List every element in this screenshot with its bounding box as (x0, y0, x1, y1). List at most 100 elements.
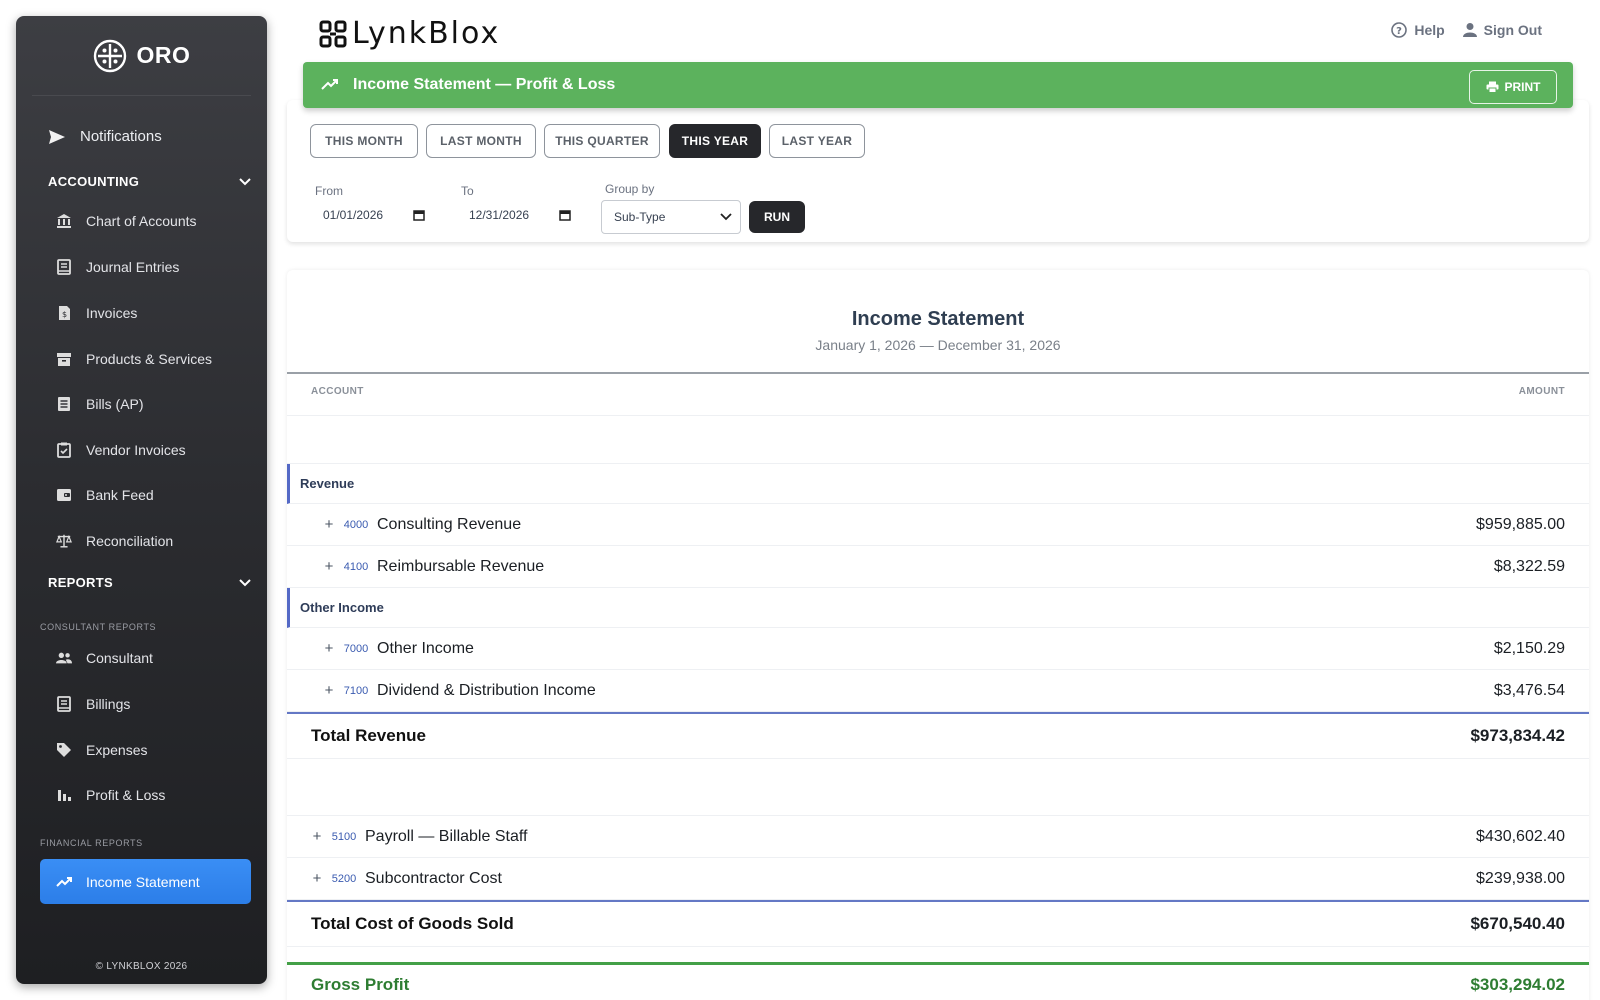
help-link[interactable]: ? Help (1391, 22, 1445, 38)
total-revenue-label: Total Revenue (311, 726, 426, 745)
trending-up-icon (321, 79, 338, 90)
period-this-quarter[interactable]: THIS QUARTER (544, 124, 660, 158)
bar-chart-icon (56, 787, 72, 803)
period-last-year[interactable]: LAST YEAR (769, 124, 865, 158)
period-this-month[interactable]: THIS MONTH (310, 124, 418, 158)
expand-icon[interactable]: + (319, 640, 339, 657)
sidebar-item-label: Journal Entries (86, 259, 180, 275)
sign-out-link[interactable]: Sign Out (1462, 22, 1542, 38)
sidebar-item-reconciliation[interactable]: Reconciliation (56, 525, 251, 557)
sidebar: ORO Notifications ACCOUNTING Chart of Ac… (16, 16, 267, 984)
total-cogs-amount: $670,540.40 (1470, 914, 1565, 933)
group-header-other-income: Other Income (287, 588, 1589, 628)
sidebar-item-consultant[interactable]: Consultant (56, 642, 251, 674)
bank-icon (56, 213, 72, 229)
logo-text: LynkBlox (352, 16, 501, 51)
income-statement-report: Income Statement January 1, 2026 — Decem… (287, 270, 1589, 1000)
svg-text:$: $ (61, 310, 66, 319)
sidebar-item-bank-feed[interactable]: Bank Feed (56, 479, 251, 511)
print-button[interactable]: PRINT (1469, 70, 1557, 104)
gross-profit-row: Gross Profit $303,294.02 (287, 965, 1589, 1000)
chevron-down-icon (239, 177, 251, 185)
sidebar-item-profit-loss[interactable]: Profit & Loss (56, 779, 251, 811)
lynkblox-logo[interactable]: LynkBlox (318, 16, 500, 51)
table-row[interactable]: + 4100 Reimbursable Revenue $8,322.59 (287, 546, 1589, 588)
section-reports[interactable]: REPORTS (48, 575, 251, 590)
account-amount: $430,602.40 (1476, 827, 1565, 845)
expand-icon[interactable]: + (319, 558, 339, 575)
total-revenue-amount: $973,834.42 (1470, 726, 1565, 745)
account-name: Subcontractor Cost (365, 869, 502, 887)
sidebar-item-products-services[interactable]: Products & Services (56, 343, 251, 375)
account-code: 7000 (343, 642, 369, 655)
account-amount: $3,476.54 (1493, 681, 1565, 699)
printer-icon (1486, 81, 1498, 93)
total-revenue-row: Total Revenue $973,834.42 (287, 714, 1589, 759)
report-controls: THIS MONTH LAST MONTH THIS QUARTER THIS … (287, 100, 1589, 242)
group-header-revenue: Revenue (287, 464, 1589, 504)
sidebar-item-label: Income Statement (86, 873, 200, 890)
sidebar-item-expenses[interactable]: Expenses (56, 734, 251, 766)
table-row[interactable]: + 7100 Dividend & Distribution Income $3… (287, 670, 1589, 712)
sidebar-item-label: Billings (86, 696, 131, 712)
receipt-icon (56, 396, 72, 412)
period-this-year[interactable]: THIS YEAR (669, 124, 761, 158)
sidebar-item-journal-entries[interactable]: Journal Entries (56, 251, 251, 283)
sidebar-item-billings[interactable]: Billings (56, 688, 251, 720)
sidebar-item-label: Profit & Loss (86, 787, 166, 803)
from-label: From (315, 184, 343, 198)
calendar-icon[interactable] (413, 209, 425, 221)
calendar-icon[interactable] (559, 209, 571, 221)
sidebar-item-notifications[interactable]: Notifications (48, 128, 162, 145)
expand-icon[interactable]: + (319, 516, 339, 533)
account-name: Consulting Revenue (377, 515, 522, 533)
expand-icon[interactable]: + (307, 870, 327, 887)
brand-name: ORO (136, 42, 191, 68)
account-amount: $2,150.29 (1493, 639, 1565, 657)
journal-icon (56, 696, 72, 712)
from-date-field[interactable]: 01/01/2026 (323, 208, 425, 222)
print-label: PRINT (1504, 80, 1541, 94)
table-row[interactable]: + 5200 Subcontractor Cost $239,938.00 (287, 858, 1589, 900)
period-last-month[interactable]: LAST MONTH (426, 124, 536, 158)
help-circle-icon: ? (1391, 22, 1408, 38)
expand-icon[interactable]: + (307, 828, 327, 845)
table-row[interactable]: + 7000 Other Income $2,150.29 (287, 628, 1589, 670)
subhead-financial-reports: FINANCIAL REPORTS (40, 838, 143, 848)
expand-icon[interactable]: + (319, 682, 339, 699)
sidebar-item-vendor-invoices[interactable]: Vendor Invoices (56, 434, 251, 466)
table-row[interactable]: + 5100 Payroll — Billable Staff $430,602… (287, 816, 1589, 858)
group-by-label: Group by (605, 182, 655, 196)
chevron-down-icon (720, 213, 732, 221)
sidebar-item-label: Products & Services (86, 351, 213, 367)
archive-icon (56, 351, 72, 367)
account-code: 7100 (343, 684, 369, 697)
gross-profit-label: Gross Profit (311, 975, 410, 994)
group-by-select[interactable]: Sub-Type (601, 200, 741, 234)
svg-text:?: ? (1396, 26, 1402, 37)
sidebar-item-label: Vendor Invoices (86, 442, 186, 458)
top-links: ? Help Sign Out (1391, 22, 1542, 38)
sign-out-label: Sign Out (1483, 22, 1542, 38)
sidebar-brand[interactable]: ORO (32, 16, 251, 96)
run-button[interactable]: RUN (749, 201, 805, 233)
section-accounting[interactable]: ACCOUNTING (48, 174, 251, 189)
account-name: Reimbursable Revenue (377, 557, 545, 575)
to-date-field[interactable]: 12/31/2026 (469, 208, 571, 222)
page-title: Income Statement — Profit & Loss (353, 76, 616, 93)
report-title: Income Statement (851, 308, 1025, 330)
section-label: REPORTS (48, 575, 113, 590)
account-amount: $8,322.59 (1493, 557, 1565, 575)
table-row[interactable]: + 4000 Consulting Revenue $959,885.00 (287, 504, 1589, 546)
to-date-value: 12/31/2026 (469, 208, 530, 222)
sidebar-item-invoices[interactable]: $ Invoices (56, 297, 251, 329)
sidebar-item-chart-of-accounts[interactable]: Chart of Accounts (56, 205, 251, 237)
sidebar-item-bills[interactable]: Bills (AP) (56, 388, 251, 420)
total-cogs-row: Total Cost of Goods Sold $670,540.40 (287, 902, 1589, 947)
sidebar-item-income-statement[interactable]: Income Statement (40, 859, 251, 904)
account-name: Dividend & Distribution Income (377, 681, 596, 699)
invoice-icon: $ (56, 305, 72, 321)
oro-logo-icon (93, 39, 126, 72)
help-label: Help (1414, 22, 1445, 38)
copyright: © LYNKBLOX 2026 (95, 961, 188, 972)
